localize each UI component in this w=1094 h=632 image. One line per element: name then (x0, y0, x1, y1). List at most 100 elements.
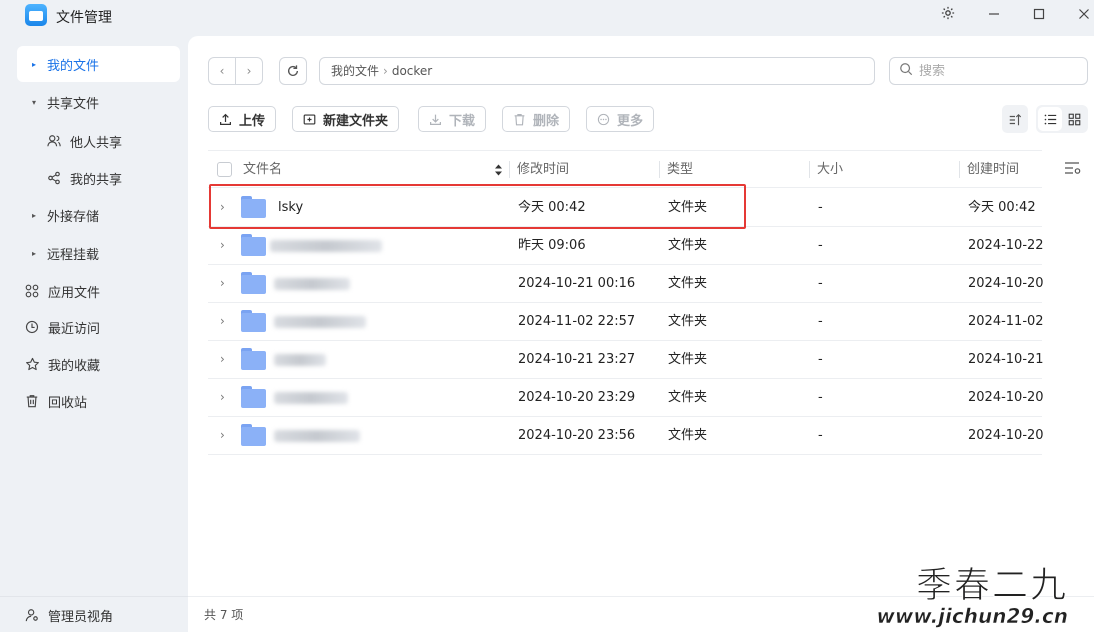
modified-time: 2024-10-21 23:27 (518, 352, 636, 367)
breadcrumb-separator-icon: › (383, 64, 388, 78)
clock-icon (24, 319, 40, 335)
file-name-redacted[interactable] (270, 227, 382, 264)
sidebar-item-label: 共享文件 (47, 96, 100, 112)
gear-icon[interactable] (934, 4, 962, 26)
file-size: - (818, 238, 823, 253)
modified-time: 2024-10-21 00:16 (518, 276, 636, 291)
sidebar-item-shared-files[interactable]: ▾ 共享文件 (17, 84, 180, 120)
modified-time: 2024-10-20 23:56 (518, 428, 636, 443)
column-header-created[interactable]: 创建时间 (958, 151, 1019, 188)
created-time: 今天 00:42 (968, 200, 1036, 215)
table-row[interactable]: › lsky 今天 00:42 文件夹 - 今天 00:42 (208, 189, 1042, 227)
column-header-name[interactable]: 文件名 (243, 151, 282, 188)
column-header-size[interactable]: 大小 (808, 151, 843, 188)
watermark-url: www.jichun29.cn (876, 604, 1068, 629)
sidebar-item-external-storage[interactable]: ▸ 外接存储 (17, 197, 180, 233)
file-size: - (818, 390, 823, 405)
admin-view-button[interactable]: 管理员视角 (17, 597, 180, 632)
file-name-redacted[interactable] (274, 417, 360, 454)
grid-view-icon[interactable] (1062, 107, 1086, 131)
file-type: 文件夹 (668, 200, 708, 215)
file-name-redacted[interactable] (274, 341, 326, 378)
upload-button[interactable]: 上传 (208, 106, 277, 132)
view-toggle (1036, 105, 1088, 133)
watermark: 季春二九 www.jichun29.cn (876, 556, 1068, 629)
table-row[interactable]: › 2024-10-20 23:56 文件夹 - 2024-10-20 (208, 417, 1044, 455)
search-box[interactable] (889, 57, 1088, 85)
chevron-right-icon[interactable]: › (220, 303, 225, 340)
chevron-right-icon[interactable]: › (220, 227, 225, 264)
modified-time: 昨天 09:06 (518, 238, 586, 253)
delete-label: 删除 (533, 113, 560, 129)
caret-right-icon: ▸ (31, 210, 36, 220)
back-button[interactable]: ‹ (209, 58, 236, 84)
sidebar-item-others-shared[interactable]: 他人共享 (40, 123, 180, 159)
download-button[interactable]: 下载 (418, 106, 487, 132)
sidebar-item-label: 外接存储 (47, 209, 100, 225)
created-time: 2024-11-02 (968, 314, 1044, 329)
caret-right-icon: ▸ (31, 248, 36, 258)
sidebar-footer: 管理员视角 (0, 596, 188, 632)
breadcrumb[interactable]: 我的文件 › docker (319, 57, 875, 85)
file-name[interactable]: lsky (278, 189, 303, 226)
table-row[interactable]: › 2024-10-21 23:27 文件夹 - 2024-10-21 (208, 341, 1044, 379)
table-row[interactable]: › 2024-10-21 00:16 文件夹 - 2024-10-20 (208, 265, 1044, 303)
more-label: 更多 (617, 113, 644, 129)
delete-button[interactable]: 删除 (502, 106, 571, 132)
table-row[interactable]: › 2024-11-02 22:57 文件夹 - 2024-11-02 (208, 303, 1044, 341)
file-name-redacted[interactable] (274, 265, 350, 302)
breadcrumb-segment[interactable]: 我的文件 (331, 64, 379, 78)
file-type: 文件夹 (668, 352, 708, 367)
column-header-type[interactable]: 类型 (658, 151, 693, 188)
folder-icon (241, 196, 266, 218)
refresh-button[interactable] (279, 57, 307, 85)
chevron-right-icon[interactable]: › (220, 341, 225, 378)
modified-time: 今天 00:42 (518, 200, 586, 215)
created-time: 2024-10-20 (968, 390, 1044, 405)
table-row[interactable]: › 昨天 09:06 文件夹 - 2024-10-22 (208, 227, 1044, 265)
chevron-right-icon[interactable]: › (220, 189, 225, 226)
table-row[interactable]: › 2024-10-20 23:29 文件夹 - 2024-10-20 (208, 379, 1044, 417)
file-type: 文件夹 (668, 428, 708, 443)
sidebar-item-my-shares[interactable]: 我的共享 (40, 160, 180, 196)
new-folder-button[interactable]: 新建文件夹 (292, 106, 400, 132)
sidebar-item-recycle-bin[interactable]: 回收站 (17, 383, 180, 419)
file-type: 文件夹 (668, 390, 708, 405)
item-count: 共 7 项 (204, 608, 244, 622)
sidebar-item-recent[interactable]: 最近访问 (17, 309, 180, 345)
forward-button[interactable]: › (236, 58, 262, 84)
people-icon (46, 133, 62, 149)
main-panel: ‹ › 我的文件 › docker 上传 新建文件夹 下载 (188, 36, 1094, 632)
file-type: 文件夹 (668, 238, 708, 253)
column-header-modified[interactable]: 修改时间 (508, 151, 569, 188)
sort-arrows-icon[interactable] (494, 163, 503, 181)
select-all-checkbox[interactable] (217, 162, 232, 177)
file-name-redacted[interactable] (274, 303, 366, 340)
breadcrumb-segment[interactable]: docker (392, 64, 432, 78)
file-type: 文件夹 (668, 276, 708, 291)
close-icon[interactable] (1070, 4, 1094, 26)
new-folder-icon (303, 113, 316, 126)
column-settings-icon[interactable] (1064, 160, 1082, 180)
sort-icon[interactable] (1002, 105, 1028, 133)
search-icon (899, 62, 913, 80)
chevron-right-icon[interactable]: › (220, 379, 225, 416)
sidebar-item-label: 我的收藏 (48, 358, 101, 374)
search-input[interactable] (919, 63, 1069, 79)
chevron-right-icon[interactable]: › (220, 265, 225, 302)
minimize-icon[interactable] (980, 4, 1008, 26)
folder-icon (241, 348, 266, 370)
upload-label: 上传 (239, 113, 266, 129)
more-button[interactable]: 更多 (586, 106, 655, 132)
sidebar-item-label: 最近访问 (48, 321, 101, 337)
chevron-right-icon[interactable]: › (220, 417, 225, 454)
list-view-icon[interactable] (1038, 107, 1062, 131)
sidebar-item-app-files[interactable]: 应用文件 (17, 273, 180, 309)
sidebar-item-remote-mount[interactable]: ▸ 远程挂载 (17, 235, 180, 271)
sidebar-item-favorites[interactable]: 我的收藏 (17, 346, 180, 382)
maximize-icon[interactable] (1025, 4, 1053, 26)
sidebar-item-my-files[interactable]: ▸ 我的文件 (17, 46, 180, 82)
file-size: - (818, 314, 823, 329)
trash-icon (24, 393, 40, 409)
file-name-redacted[interactable] (274, 379, 348, 416)
